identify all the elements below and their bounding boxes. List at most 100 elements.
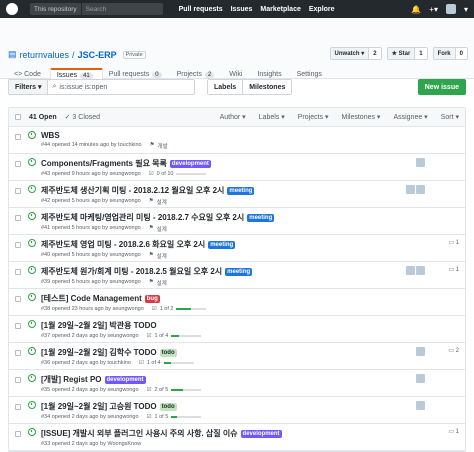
nav-marketplace[interactable]: Marketplace (260, 6, 300, 13)
issue-search-input[interactable]: ⌕ is:issue is:open (48, 80, 194, 94)
nav-pull-requests[interactable]: Pull requests (179, 6, 223, 13)
search-scope[interactable]: This repository (30, 3, 81, 15)
issue-label[interactable]: meeting (247, 213, 275, 222)
assignees[interactable] (406, 266, 425, 275)
milestone[interactable]: ⚑ 설계 (149, 198, 167, 206)
repo-owner[interactable]: returnvalues (20, 50, 70, 60)
avatar[interactable] (416, 266, 425, 275)
milestones-button[interactable]: Milestones (242, 80, 292, 94)
assignees[interactable] (416, 401, 425, 410)
issue-label[interactable]: meeting (227, 186, 255, 195)
issue-title[interactable]: WBS (41, 131, 60, 140)
issue-title[interactable]: [1월 29일~2월 2일] 박관용 TODO (41, 320, 157, 331)
milestone[interactable]: ☑ 1 of 2 (152, 306, 207, 312)
avatar[interactable] (416, 158, 425, 167)
nav-explore[interactable]: Explore (309, 6, 335, 13)
github-logo-icon[interactable] (6, 3, 18, 15)
labels-button[interactable]: Labels (208, 80, 243, 94)
labels-filter[interactable]: Labels ▾ (259, 113, 285, 121)
issue-checkbox[interactable] (15, 188, 21, 194)
list-item[interactable]: 제주반도체 영업 미팅 - 2018.2.6 화요일 오후 2시 meeting #… (9, 235, 465, 262)
issue-title[interactable]: [ISSUE] 개발시 외부 플러그인 사용시 주의 사항. 삽질 이슈 (41, 428, 238, 439)
avatar[interactable] (406, 266, 415, 275)
watch-button[interactable]: Unwatch ▾ 2 (329, 47, 382, 60)
filters-button[interactable]: Filters ▾ (9, 80, 49, 94)
issue-checkbox[interactable] (15, 161, 21, 167)
issue-label[interactable]: development (240, 429, 282, 438)
issue-checkbox[interactable] (15, 404, 21, 410)
comment-count[interactable]: ▭ 1 (448, 428, 459, 435)
issue-checkbox[interactable] (15, 431, 21, 437)
author-filter[interactable]: Author ▾ (220, 113, 246, 121)
milestone[interactable]: ⚑ 설계 (149, 252, 167, 260)
list-item[interactable]: WBS #44 opened 14 minutes ago by touchkin… (9, 127, 465, 154)
milestone[interactable]: ☑ 0 of 10 (149, 171, 207, 177)
issue-label[interactable]: meeting (225, 267, 253, 276)
issue-checkbox[interactable] (15, 134, 21, 140)
comment-count[interactable]: ▭ 2 (448, 347, 459, 354)
milestone[interactable]: ☑ 1 of 4 (139, 360, 194, 366)
list-item[interactable]: [테스트] Code Management bug #38 opened 23 ho… (9, 289, 465, 316)
issue-title[interactable]: [테스트] Code Management (41, 293, 142, 304)
bell-icon[interactable]: 🔔 (411, 5, 421, 14)
milestone[interactable]: ⚑ 설계 (149, 225, 167, 233)
list-item[interactable]: [1월 29일~2월 2일] 김학수 TODO todo #36 opened 2 … (9, 343, 465, 370)
issue-checkbox[interactable] (15, 269, 21, 275)
issue-checkbox[interactable] (15, 296, 21, 302)
assignee-filter[interactable]: Assignee ▾ (393, 113, 427, 121)
milestone[interactable]: ☑ 1 of 5 (147, 414, 202, 420)
avatar[interactable] (416, 401, 425, 410)
issue-title[interactable]: [1월 29일~2월 2일] 김학수 TODO (41, 347, 157, 358)
list-item[interactable]: 제주반도체 원가/회계 미팅 - 2018.2.5 월요일 오후 2시 meeti… (9, 262, 465, 289)
repo-name[interactable]: JSC-ERP (78, 50, 117, 60)
milestone[interactable]: ☑ 2 of 5 (147, 387, 202, 393)
list-item[interactable]: [개발] Regist PO development #35 opened 2 da… (9, 370, 465, 397)
issue-title[interactable]: Components/Fragments 필요 목록 (41, 158, 167, 169)
issue-checkbox[interactable] (15, 350, 21, 356)
list-item[interactable]: Components/Fragments 필요 목록 development #43… (9, 154, 465, 181)
issue-label[interactable]: development (104, 375, 146, 384)
list-item[interactable]: 제주반도체 생산기획 미팅 - 2018.2.12 월요일 오후 2시 meeti… (9, 181, 465, 208)
assignees[interactable] (406, 185, 425, 194)
avatar[interactable] (445, 4, 456, 14)
milestone[interactable]: ⚑ 설계 (149, 279, 167, 287)
sort-filter[interactable]: Sort ▾ (441, 113, 459, 121)
closed-count[interactable]: ✓ 3 Closed (65, 113, 100, 121)
avatar[interactable] (416, 347, 425, 356)
list-item[interactable]: [1월 29일~2월 2일] 고승원 TODO todo #34 opened 2 … (9, 397, 465, 424)
plus-icon[interactable]: +▾ (429, 5, 438, 14)
select-all-checkbox[interactable] (15, 114, 21, 120)
assignees[interactable] (416, 374, 425, 383)
milestone[interactable]: ⚑ 개발 (150, 142, 168, 150)
open-count[interactable]: 41 Open (29, 114, 57, 121)
projects-filter[interactable]: Projects ▾ (298, 113, 329, 121)
avatar[interactable] (416, 185, 425, 194)
issue-title[interactable]: 제주반도체 원가/회계 미팅 - 2018.2.5 월요일 오후 2시 (41, 266, 222, 277)
milestones-filter[interactable]: Milestones ▾ (342, 113, 381, 121)
issue-checkbox[interactable] (15, 242, 21, 248)
list-item[interactable]: [ISSUE] 개발시 외부 플러그인 사용시 주의 사항. 삽질 이슈 deve… (9, 424, 465, 451)
issue-title[interactable]: 제주반도체 마케팅/영업관리 미팅 - 2018.2.7 수요일 오후 2시 (41, 212, 244, 223)
assignees[interactable] (416, 347, 425, 356)
issue-title[interactable]: 제주반도체 영업 미팅 - 2018.2.6 화요일 오후 2시 (41, 239, 205, 250)
issue-title[interactable]: 제주반도체 생산기획 미팅 - 2018.2.12 월요일 오후 2시 (41, 185, 224, 196)
issue-label[interactable]: bug (144, 294, 160, 303)
comment-count[interactable]: ▭ 1 (448, 266, 459, 273)
issue-checkbox[interactable] (15, 377, 21, 383)
issue-label[interactable]: todo (159, 348, 177, 357)
avatar[interactable] (406, 185, 415, 194)
assignees[interactable] (416, 158, 425, 167)
comment-count[interactable]: ▭ 1 (448, 239, 459, 246)
milestone[interactable]: ☑ 1 of 4 (147, 333, 202, 339)
issue-checkbox[interactable] (15, 323, 21, 329)
nav-issues[interactable]: Issues (231, 6, 253, 13)
issue-checkbox[interactable] (15, 215, 21, 221)
issue-title[interactable]: [1월 29일~2월 2일] 고승원 TODO (41, 401, 157, 412)
fork-button[interactable]: Fork 0 (432, 47, 468, 60)
issue-title[interactable]: [개발] Regist PO (41, 374, 102, 385)
issue-label[interactable]: todo (159, 402, 177, 411)
search-input[interactable]: Search (80, 3, 163, 15)
star-button[interactable]: ★ Star 1 (386, 47, 428, 60)
list-item[interactable]: 제주반도체 마케팅/영업관리 미팅 - 2018.2.7 수요일 오후 2시 me… (9, 208, 465, 235)
list-item[interactable]: [1월 29일~2월 2일] 박관용 TODO #37 opened 2 days… (9, 316, 465, 343)
